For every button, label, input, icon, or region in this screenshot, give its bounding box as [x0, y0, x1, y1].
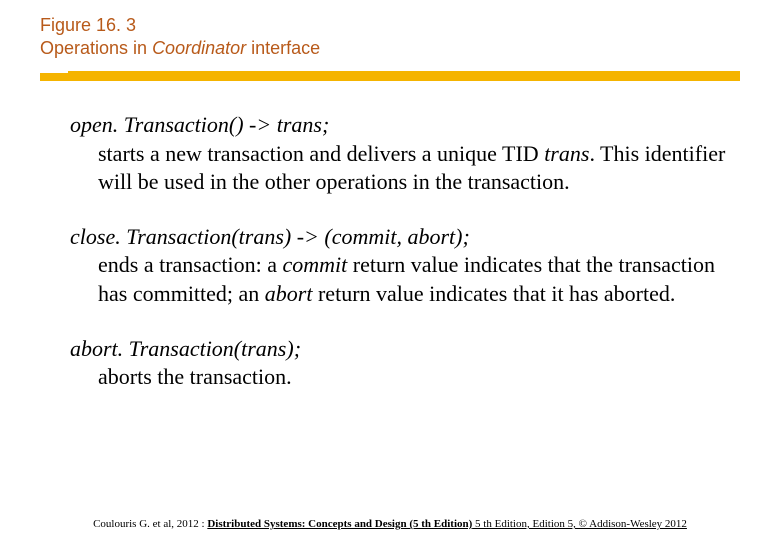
footer-tail: 5 th Edition, Edition 5, © Addison-Wesle… — [472, 518, 687, 530]
divider-wrap — [0, 71, 780, 81]
operation-close: close. Transaction(trans) -> (commit, ab… — [70, 223, 740, 309]
text-italic: commit — [283, 252, 348, 277]
operation-abort-description: aborts the transaction. — [70, 363, 740, 392]
slide-header: Figure 16. 3 Operations in Coordinator i… — [0, 0, 780, 65]
figure-title-suffix: interface — [246, 38, 320, 58]
figure-title: Operations in Coordinator interface — [40, 37, 780, 60]
slide: Figure 16. 3 Operations in Coordinator i… — [0, 0, 780, 540]
operation-open: open. Transaction() -> trans; starts a n… — [70, 111, 740, 197]
text: starts a new transaction and delivers a … — [98, 141, 544, 166]
divider-bar — [40, 71, 740, 81]
footer-citation: Distributed Systems: Concepts and Design… — [207, 518, 472, 530]
footer-lead: Coulouris G. et al, 2012 : — [93, 518, 207, 530]
slide-footer: Coulouris G. et al, 2012 : Distributed S… — [0, 518, 780, 530]
text: aborts the transaction. — [98, 364, 292, 389]
text-italic: trans — [544, 141, 589, 166]
operation-open-description: starts a new transaction and delivers a … — [70, 140, 740, 197]
figure-number: Figure 16. 3 — [40, 14, 780, 37]
text-italic: abort — [265, 281, 313, 306]
operation-close-description: ends a transaction: a commit return valu… — [70, 251, 740, 308]
operation-open-signature: open. Transaction() -> trans; — [70, 111, 740, 140]
figure-title-prefix: Operations in — [40, 38, 152, 58]
operation-close-signature: close. Transaction(trans) -> (commit, ab… — [70, 223, 740, 252]
operation-abort-signature: abort. Transaction(trans); — [70, 335, 740, 364]
operation-abort: abort. Transaction(trans); aborts the tr… — [70, 335, 740, 392]
slide-body: open. Transaction() -> trans; starts a n… — [0, 81, 780, 392]
text: return value indicates that it has abort… — [312, 281, 675, 306]
text: ends a transaction: a — [98, 252, 283, 277]
figure-title-italic: Coordinator — [152, 38, 246, 58]
